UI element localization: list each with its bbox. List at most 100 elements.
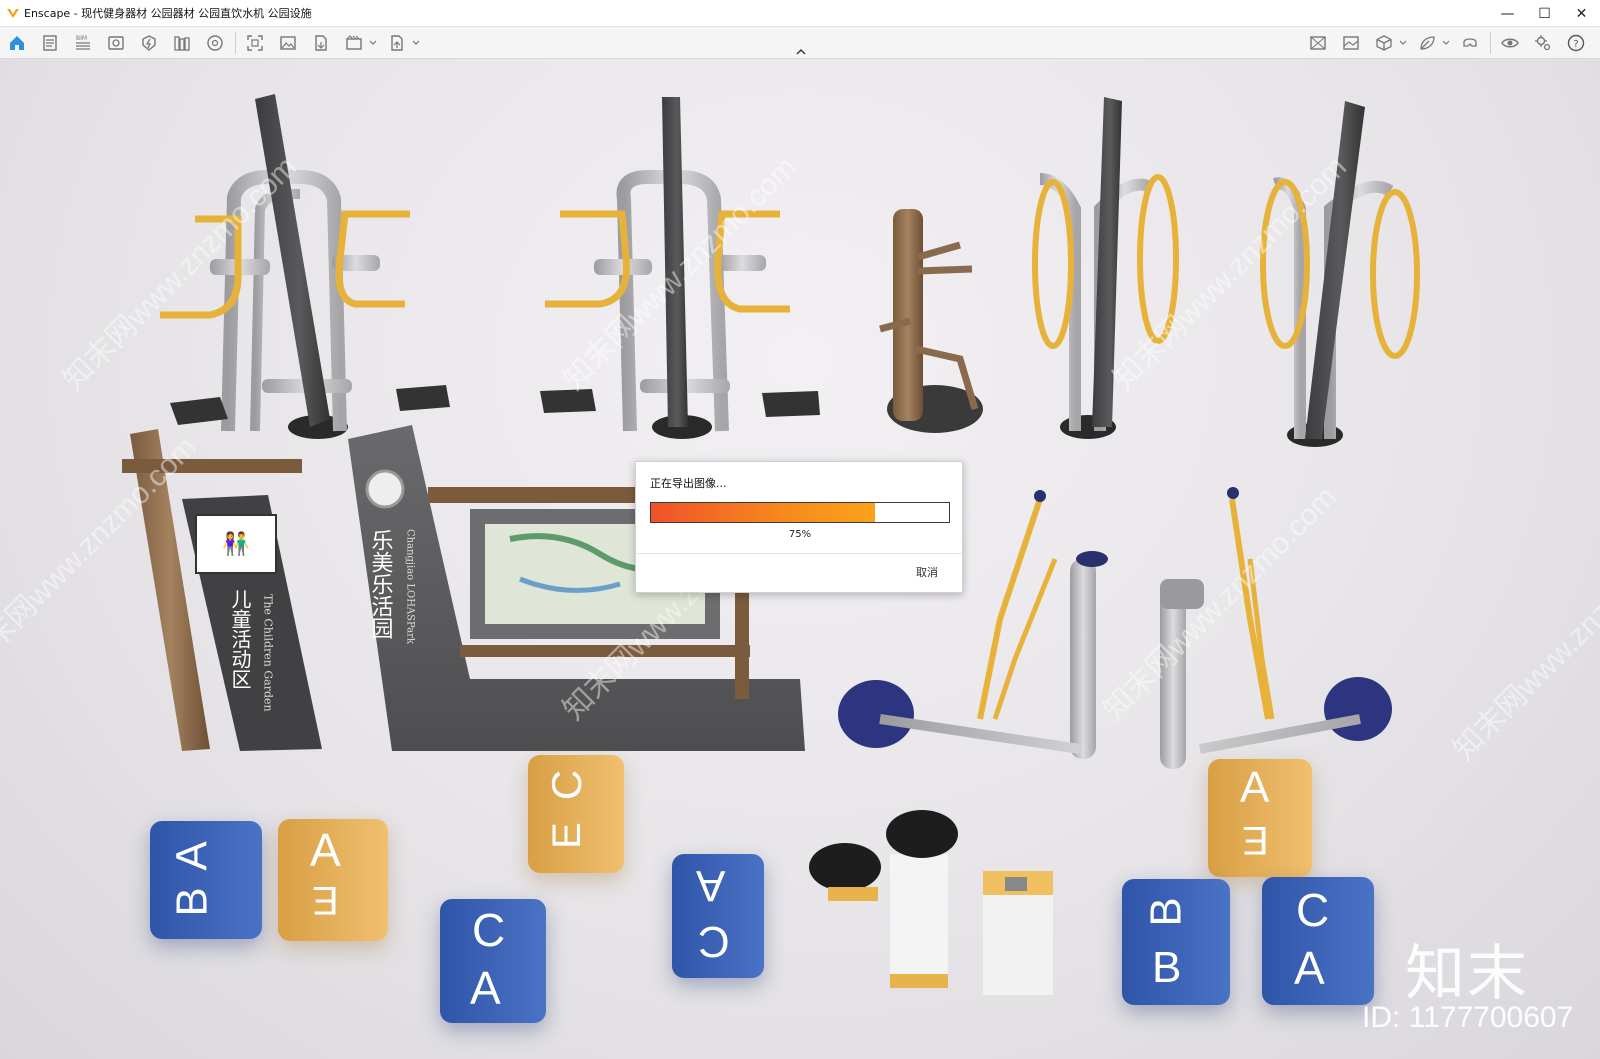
eye-button[interactable] [1497,30,1523,56]
map-button[interactable] [1305,30,1331,56]
letter-cube: A E [1208,759,1312,877]
settings-button[interactable] [1530,30,1556,56]
lightning-icon [142,35,156,51]
leaf-icon [1420,36,1435,50]
cube-letter: C [698,917,730,966]
lightning-button[interactable] [136,30,162,56]
toolbar-separator [235,32,236,54]
collapse-toolbar-button[interactable] [794,47,808,57]
sign-park-text: 乐美乐活园 [368,529,394,639]
letter-cube: C A [440,899,546,1023]
cube-letter: A [1240,763,1270,812]
sign-children-en-text: The Children Garden [262,594,275,712]
cube-letter: A [696,861,726,910]
drinking-fountain [809,810,958,988]
export-progress-dialog: 正在导出图像... 75% 取消 [635,461,963,593]
image-button[interactable] [275,30,301,56]
leaf-dropdown-button[interactable] [1441,30,1451,56]
vr-headset-button[interactable] [1457,30,1483,56]
eye-icon [1501,38,1519,48]
video-dropdown-button[interactable] [368,30,378,56]
cube-letter: C [472,904,506,956]
view-button[interactable] [103,30,129,56]
letter-cube: C A [1262,877,1374,1005]
cube-letter: E [312,878,339,922]
cube-dropdown-button[interactable] [1398,30,1408,56]
svg-text:👫: 👫 [222,531,249,557]
enscape-logo-icon [7,9,19,18]
cube-letter: C [543,769,591,801]
upload-button[interactable] [384,30,410,56]
video-button[interactable] [341,30,367,56]
watermark-brand: 知末 [1405,939,1529,1009]
chevron-down-icon [412,40,420,45]
letter-cube: B B [1122,879,1230,1005]
maximize-button[interactable]: ☐ [1526,0,1563,27]
title-bar: Enscape - 现代健身器材 公园器材 公园直饮水机 公园设施 — ☐ ✕ [0,0,1600,27]
trash-bin [983,871,1053,995]
settings-icon [1535,35,1551,51]
cube-letter: C [1296,884,1330,936]
home-button[interactable] [4,30,30,56]
screenshot-button[interactable] [242,30,268,56]
leaf-button[interactable] [1414,30,1440,56]
screenshot-icon [247,35,263,51]
document-button[interactable] [37,30,63,56]
dialog-divider [636,553,962,554]
exercise-machine-1 [160,94,450,439]
help-button[interactable]: ? [1563,30,1589,56]
home-icon [10,36,24,50]
close-button[interactable]: ✕ [1563,0,1600,27]
sign-children-text: 儿童活动区 [228,589,252,689]
cube-button[interactable] [1371,30,1397,56]
bim-icon: BIM [76,35,90,50]
dialog-title: 正在导出图像... [650,477,727,490]
progress-bar-fill [651,503,875,522]
progress-bar [650,502,950,523]
watermark-id: ID: 1177700607 [1362,1001,1574,1034]
sign-park-en-text: Changjiao LOHASPark [405,529,416,645]
upload-icon [391,35,403,51]
letter-cube: A E [278,819,388,941]
map-icon [1310,36,1326,50]
gallery-button[interactable] [1338,30,1364,56]
wheel-machine-1 [1032,97,1179,439]
cube-letter: A [470,962,501,1014]
library-icon [174,36,190,51]
asset-icon [207,35,223,51]
cancel-button[interactable]: 取消 [916,564,938,580]
cube-letter: E [1242,818,1269,862]
window-controls: — ☐ ✕ [1489,0,1600,27]
cube-letter: A [310,824,341,876]
chevron-down-icon [1442,40,1450,45]
view-icon [108,36,124,50]
letter-cube: A B [150,821,262,939]
minimize-button[interactable]: — [1489,0,1526,27]
cube-letter: E [544,822,589,849]
video-icon [346,35,362,50]
asset-button[interactable] [202,30,228,56]
cube-letter: B [1152,943,1182,992]
toolbar-left: BIM [4,30,427,56]
vr-headset-icon [1463,38,1477,47]
letter-cube: A C [672,854,764,978]
image-icon [280,36,296,50]
window-title: Enscape - 现代健身器材 公园器材 公园直饮水机 公园设施 [24,7,312,20]
library-button[interactable] [169,30,195,56]
cube-letter: B [167,887,217,917]
chevron-down-icon [1399,40,1407,45]
cube-icon [1376,35,1392,51]
help-icon: ? [1567,34,1585,52]
children-garden-sign: 👫 儿童活动区 The Children Garden [122,429,322,751]
toolbar-right: ? [1305,30,1596,56]
export-button[interactable] [308,30,334,56]
progress-percent: 75% [788,529,812,540]
upload-dropdown-button[interactable] [411,30,421,56]
bim-label: BIM [76,35,87,42]
export-icon [315,35,327,51]
svg-text:?: ? [1573,39,1578,50]
bim-button[interactable]: BIM [70,30,96,56]
wooden-training-post [879,209,983,433]
chevron-down-icon [369,40,377,45]
cube-letter: A [1294,942,1325,994]
